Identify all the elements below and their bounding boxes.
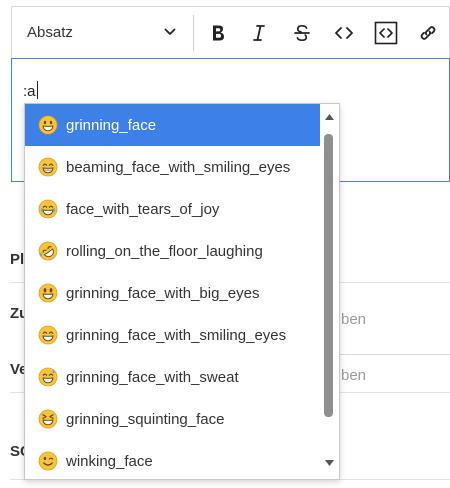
- editor-text: :a: [23, 83, 36, 100]
- emoji-suggestion-item[interactable]: grinning_face: [25, 104, 321, 146]
- emoji-suggestion-label: rolling_on_the_floor_laughing: [66, 242, 263, 260]
- emoji-suggestion-item[interactable]: grinning_face_with_big_eyes: [25, 272, 321, 314]
- emoji-suggestion-label: grinning_squinting_face: [66, 410, 225, 428]
- form-input-underline: [339, 354, 450, 355]
- paragraph-format-value: Absatz: [27, 24, 73, 41]
- beaming-face-icon: [38, 157, 58, 177]
- grinning-smiling-eyes-icon: [38, 325, 58, 345]
- dropdown-scrollbar[interactable]: [320, 104, 339, 479]
- chevron-down-icon: [164, 28, 176, 35]
- rofl-icon: [38, 241, 58, 261]
- emoji-suggestion-item[interactable]: winking_face: [25, 440, 321, 479]
- link-icon: [420, 26, 436, 40]
- link-button[interactable]: [414, 19, 442, 47]
- emoji-suggestion-label: winking_face: [66, 452, 153, 470]
- italic-button[interactable]: [245, 19, 273, 47]
- emoji-suggestion-label: grinning_face_with_big_eyes: [66, 284, 260, 302]
- grinning-sweat-icon: [38, 367, 58, 387]
- grinning-face-icon: [38, 115, 58, 135]
- scrollbar-thumb[interactable]: [324, 134, 333, 417]
- emoji-suggestion-item[interactable]: grinning_face_with_smiling_eyes: [25, 314, 321, 356]
- italic-icon: [253, 25, 265, 41]
- bold-icon: [213, 25, 224, 41]
- emoji-suggestion-item[interactable]: rolling_on_the_floor_laughing: [25, 230, 321, 272]
- editor-toolbar: Absatz: [11, 6, 450, 58]
- paragraph-format-select[interactable]: Absatz: [12, 7, 193, 59]
- editor-page: Pl Zu ben Ve ben SC Absatz:a grinning_f…: [0, 0, 450, 488]
- scroll-up-arrow-icon[interactable]: [324, 112, 335, 122]
- squinting-face-icon: [38, 409, 58, 429]
- code-block-icon: [374, 21, 398, 45]
- strikethrough-icon: [294, 24, 310, 42]
- grinning-big-eyes-icon: [38, 283, 58, 303]
- editor-text-line: :a: [23, 81, 38, 100]
- code-icon: [335, 27, 353, 39]
- scroll-down-arrow-icon[interactable]: [324, 458, 335, 468]
- toolbar-divider: [193, 15, 194, 51]
- winking-face-icon: [38, 451, 58, 471]
- form-input-placeholder-1[interactable]: ben: [341, 311, 366, 328]
- form-input-placeholder-2[interactable]: ben: [341, 367, 366, 384]
- emoji-suggestion-item[interactable]: grinning_face_with_sweat: [25, 356, 321, 398]
- emoji-suggestion-label: beaming_face_with_smiling_eyes: [66, 158, 291, 176]
- tears-of-joy-icon: [38, 199, 58, 219]
- code-block-button[interactable]: [372, 19, 400, 47]
- inline-code-button[interactable]: [330, 19, 358, 47]
- emoji-suggestion-item[interactable]: beaming_face_with_smiling_eyes: [25, 146, 321, 188]
- bold-button[interactable]: [204, 19, 232, 47]
- emoji-suggestion-label: grinning_face_with_smiling_eyes: [66, 326, 287, 344]
- emoji-suggestion-label: grinning_face_with_sweat: [66, 368, 239, 386]
- emoji-suggestion-item[interactable]: grinning_squinting_face: [25, 398, 321, 440]
- form-label-1: Pl: [10, 251, 25, 268]
- emoji-suggestion-list: grinning_face beaming_face_with_smiling_e…: [25, 104, 321, 479]
- emoji-suggestion-label: face_with_tears_of_joy: [66, 200, 220, 218]
- emoji-autocomplete-dropdown[interactable]: grinning_face beaming_face_with_smiling_e…: [24, 103, 340, 480]
- strikethrough-button[interactable]: [288, 19, 316, 47]
- emoji-suggestion-item[interactable]: face_with_tears_of_joy: [25, 188, 321, 230]
- emoji-suggestion-label: grinning_face: [66, 116, 157, 134]
- text-caret: [36, 81, 38, 99]
